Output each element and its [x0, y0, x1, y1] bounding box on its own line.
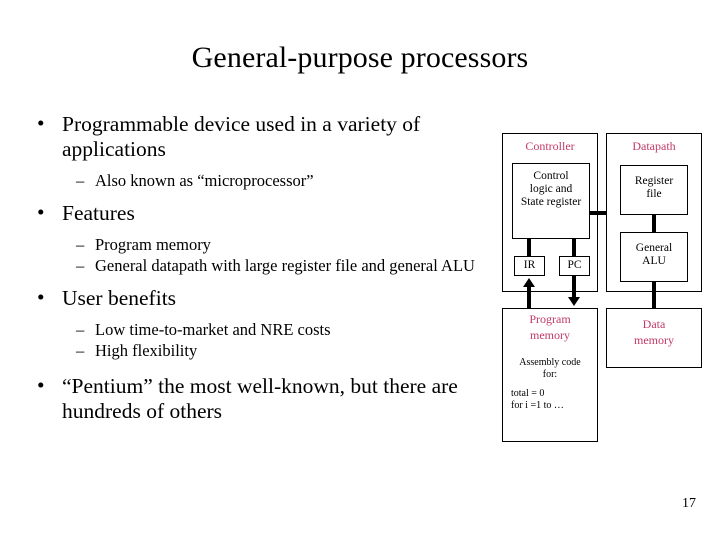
- controller-box: [502, 133, 598, 292]
- bullet-body: • Programmable device used in a variety …: [28, 111, 498, 426]
- page-number: 17: [682, 496, 696, 511]
- register-file-line-1: Register: [634, 175, 674, 187]
- general-alu-line-2: ALU: [642, 255, 666, 267]
- slide-canvas: General-purpose processors • Programmabl…: [0, 0, 720, 540]
- datapath-label: Datapath: [632, 139, 676, 153]
- bullet-item-3-sub-2: – High flexibility: [28, 340, 498, 361]
- datapath-box: [606, 133, 702, 292]
- pc-box: [559, 256, 590, 276]
- program-memory-to-ir-arrowhead: [523, 278, 535, 287]
- pc-to-program-memory-line: [572, 276, 576, 297]
- bullet-text: “Pentium” the most well-known, but there…: [62, 374, 458, 423]
- ir-box: [514, 256, 545, 276]
- program-memory-box: [502, 308, 598, 442]
- bullet-text: Program memory: [95, 235, 211, 254]
- datapath-to-data-memory-connector: [652, 282, 656, 308]
- register-file-to-alu-connector: [652, 215, 656, 232]
- bullet-marker: –: [76, 256, 85, 275]
- bullet-marker: –: [76, 171, 85, 190]
- assembly-code-line-2: for i =1 to …: [511, 400, 564, 411]
- program-memory-line-1: Program: [529, 312, 571, 326]
- control-logic-label: Control logic and State register: [508, 170, 594, 209]
- bullet-item-1-sub-1: – Also known as “microprocessor”: [28, 170, 498, 191]
- controller-label: Controller: [525, 139, 575, 153]
- bullet-text: High flexibility: [95, 341, 198, 360]
- register-file-label: Register file: [620, 175, 688, 201]
- bullet-marker: •: [37, 111, 45, 135]
- register-file-line-2: file: [646, 188, 662, 200]
- bullet-text: Low time-to-market and NRE costs: [95, 320, 331, 339]
- bullet-marker: •: [37, 373, 45, 397]
- data-memory-line-2: memory: [634, 333, 674, 347]
- bullet-text: Programmable device used in a variety of…: [62, 112, 421, 161]
- data-memory-box: [606, 308, 702, 368]
- program-memory-line-2: memory: [530, 328, 570, 342]
- program-memory-to-ir-line: [527, 287, 531, 309]
- control-logic-box: [512, 163, 590, 239]
- control-to-pc-connector: [572, 239, 576, 256]
- general-alu-line-1: General: [635, 242, 673, 254]
- ir-label: IR: [523, 259, 536, 271]
- general-alu-box: [620, 232, 688, 282]
- bullet-text: General datapath with large register fil…: [95, 256, 475, 275]
- page-title: General-purpose processors: [191, 41, 529, 74]
- bullet-item-2-sub-1: – Program memory: [28, 234, 498, 255]
- bullet-item-2: • Features: [28, 200, 498, 226]
- assembly-code-snippet: total = 0 for i =1 to …: [511, 388, 607, 412]
- pc-to-program-memory-arrowhead: [568, 297, 580, 306]
- pc-label: PC: [567, 259, 582, 271]
- bullet-marker: –: [76, 235, 85, 254]
- assembly-code-caption: Assembly code for:: [502, 357, 598, 381]
- assembly-caption-line-1: Assembly code: [519, 357, 581, 368]
- bullet-marker: –: [76, 320, 85, 339]
- controller-datapath-bus: [590, 211, 606, 215]
- bullet-item-4: • “Pentium” the most well-known, but the…: [28, 373, 498, 424]
- bullet-item-3-sub-1: – Low time-to-market and NRE costs: [28, 319, 498, 340]
- bullet-item-1: • Programmable device used in a variety …: [28, 111, 498, 162]
- bullet-text: User benefits: [62, 286, 177, 310]
- bullet-text: Also known as “microprocessor”: [95, 171, 314, 190]
- control-to-ir-connector: [527, 239, 531, 256]
- control-logic-line-1: Control: [533, 170, 569, 182]
- data-memory-line-1: Data: [642, 317, 666, 331]
- general-alu-label: General ALU: [620, 242, 688, 268]
- bullet-item-2-sub-2: – General datapath with large register f…: [28, 255, 498, 276]
- register-file-box: [620, 165, 688, 215]
- control-logic-line-3: State register: [520, 196, 582, 208]
- data-memory-label: Data memory: [606, 316, 702, 348]
- control-logic-line-2: logic and: [529, 183, 573, 195]
- bullet-text: Features: [62, 201, 135, 225]
- bullet-item-3: • User benefits: [28, 285, 498, 311]
- assembly-code-line-1: total = 0: [511, 388, 545, 399]
- bullet-marker: •: [37, 285, 45, 309]
- assembly-caption-line-2: for:: [542, 369, 558, 380]
- bullet-marker: –: [76, 341, 85, 360]
- program-memory-label: Program memory: [502, 311, 598, 343]
- bullet-marker: •: [37, 200, 45, 224]
